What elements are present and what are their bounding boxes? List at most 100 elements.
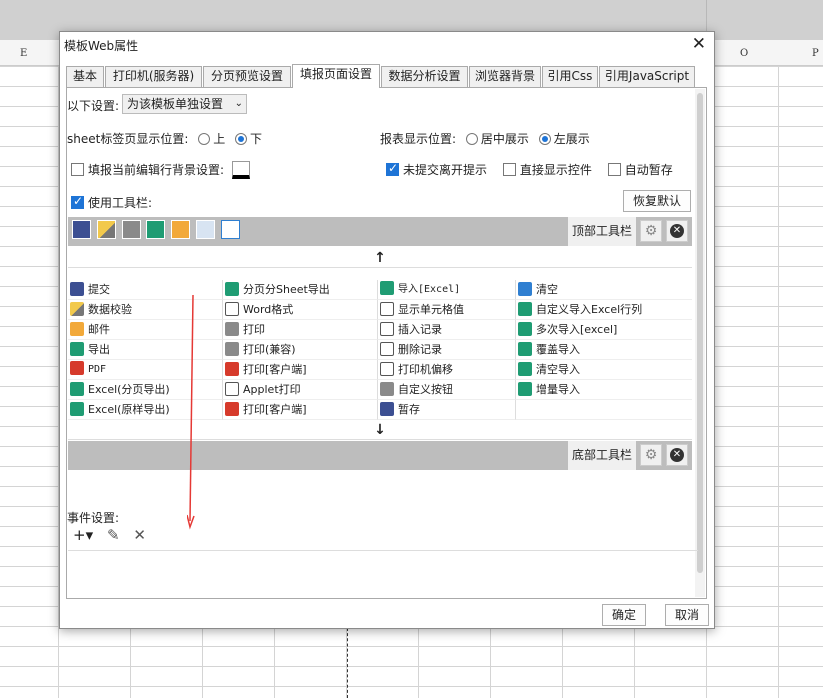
top-toolbar-band[interactable]: 顶部工具栏 ⚙ ✕ [68,217,692,246]
list-item[interactable]: 清空 [516,280,692,300]
show-controls-checkbox[interactable] [502,163,516,176]
list-item[interactable]: 清空导入 [516,360,692,380]
save-icon[interactable] [72,220,91,239]
insert-record-icon[interactable] [196,220,216,239]
client-print-icon [225,362,239,376]
column-header-e[interactable]: E [20,48,27,59]
tab-printer-server[interactable]: 打印机(服务器) [105,66,202,87]
radio-top[interactable] [198,133,211,145]
list-item[interactable]: 打印[客户端] [223,400,378,420]
list-item[interactable]: 删除记录 [378,340,516,360]
use-toolbar-row: 使用工具栏: [71,194,152,211]
bottom-toolbar-label: 底部工具栏 [568,441,636,470]
bottom-toolbar-band[interactable]: 底部工具栏 ⚙ ✕ [68,441,692,470]
tab-data-analysis[interactable]: 数据分析设置 [381,66,468,87]
ok-button[interactable]: 确定 [602,604,646,626]
applet-icon [225,382,239,396]
list-item[interactable]: 自定义导入Excel行列 [516,300,692,320]
mail-icon[interactable] [171,220,191,239]
excel-icon [70,382,84,396]
page-break-line [347,628,348,698]
pencil-icon [70,302,84,316]
printer-icon[interactable] [121,220,141,239]
list-item[interactable]: Word格式 [223,300,378,320]
list-item[interactable]: PDF [68,360,223,380]
add-icon[interactable]: +▾ [73,526,93,544]
list-item[interactable]: 增量导入 [516,380,692,400]
paint-bucket-icon[interactable] [231,161,250,179]
pdf-icon [70,361,84,375]
export-icon [70,342,84,356]
excel-icon [225,282,239,296]
list-item[interactable]: 分页分Sheet导出 [223,280,378,300]
tab-browser-background[interactable]: 浏览器背景 [469,66,541,87]
fill-bg-checkbox[interactable] [71,163,84,176]
settings-select[interactable]: 为该模板单独设置 ⌄ [122,94,247,114]
radio-center[interactable] [465,133,478,145]
list-item[interactable]: Applet打印 [223,380,378,400]
move-down-arrow[interactable]: ↓ [68,420,692,440]
list-item[interactable]: Excel(分页导出) [68,380,223,400]
printer-icon [225,342,239,356]
annotation-arrow [187,295,195,530]
tab-javascript[interactable]: 引用JavaScript [599,66,695,87]
event-toolbar: +▾ ✎ ✕ [73,526,156,548]
pencil-icon[interactable] [96,220,116,239]
column-header-p[interactable]: P [812,48,819,59]
list-item[interactable]: 打印机偏移 [378,360,516,380]
remove-icon[interactable]: ✕ [666,220,688,242]
list-item[interactable]: 邮件 [68,320,223,340]
close-icon[interactable]: ✕ [692,34,706,54]
column-header-o[interactable]: O [740,48,748,59]
fill-page-settings-panel: 以下设置: 为该模板单独设置 ⌄ sheet标签页显示位置: 上 下 报表显示位… [66,87,707,599]
tab-fill-page-settings[interactable]: 填报页面设置 [292,64,380,88]
list-item[interactable]: 多次导入[excel] [516,320,692,340]
vertical-scrollbar[interactable] [695,89,705,597]
list-item[interactable]: 暂存 [378,400,516,420]
options-row: 未提交离开提示 直接显示控件 自动暂存 [386,161,673,178]
excel-icon [380,281,394,295]
remove-icon[interactable]: ✕ [666,444,688,466]
list-item[interactable]: 覆盖导入 [516,340,692,360]
list-item[interactable]: 自定义按钮 [378,380,516,400]
gear-icon[interactable]: ⚙ [640,220,662,242]
edit-icon[interactable]: ✎ [107,526,120,544]
cancel-button[interactable]: 取消 [665,604,709,626]
list-item[interactable]: 打印(兼容) [223,340,378,360]
radio-left[interactable] [538,133,551,145]
pdf-icon [225,402,239,416]
list-item[interactable]: 提交 [68,280,223,300]
delete-icon[interactable]: ✕ [133,526,146,544]
unsubmitted-prompt-checkbox[interactable] [386,161,399,176]
list-item[interactable]: 打印[客户端] [223,360,378,380]
export-icon[interactable] [146,220,166,239]
excel-icon [518,382,532,396]
list-item[interactable]: 插入记录 [378,320,516,340]
list-item[interactable]: 导出 [68,340,223,360]
list-item [516,400,692,420]
event-list[interactable] [68,550,698,598]
move-up-arrow[interactable]: ↑ [68,248,692,268]
gear-icon[interactable]: ⚙ [640,444,662,466]
mail-icon [70,322,84,336]
web-properties-dialog: 模板Web属性 ✕ 基本 打印机(服务器) 分页预览设置 填报页面设置 数据分析… [59,31,715,629]
chevron-down-icon: ⌄ [234,98,243,109]
excel-icon [518,322,532,336]
insert-record-icon [380,322,394,336]
tab-basic[interactable]: 基本 [66,66,104,87]
list-item[interactable]: Excel(原样导出) [68,400,223,420]
excel-icon [518,302,532,316]
auto-save-checkbox[interactable] [607,163,621,176]
window-icon[interactable] [220,220,240,239]
list-item[interactable]: 显示单元格值 [378,300,516,320]
tab-pagination-preview[interactable]: 分页预览设置 [203,66,291,87]
list-item[interactable]: 打印 [223,320,378,340]
use-toolbar-checkbox[interactable] [71,194,84,209]
report-position-row: 报表显示位置: 居中展示 左展示 [380,132,590,146]
list-item[interactable]: 数据校验 [68,300,223,320]
radio-bottom[interactable] [235,133,248,145]
excel-icon [518,362,532,376]
list-item[interactable]: 导入[Excel] [378,280,516,300]
restore-default-button[interactable]: 恢复默认 [623,190,691,212]
tab-css[interactable]: 引用Css [542,66,598,87]
